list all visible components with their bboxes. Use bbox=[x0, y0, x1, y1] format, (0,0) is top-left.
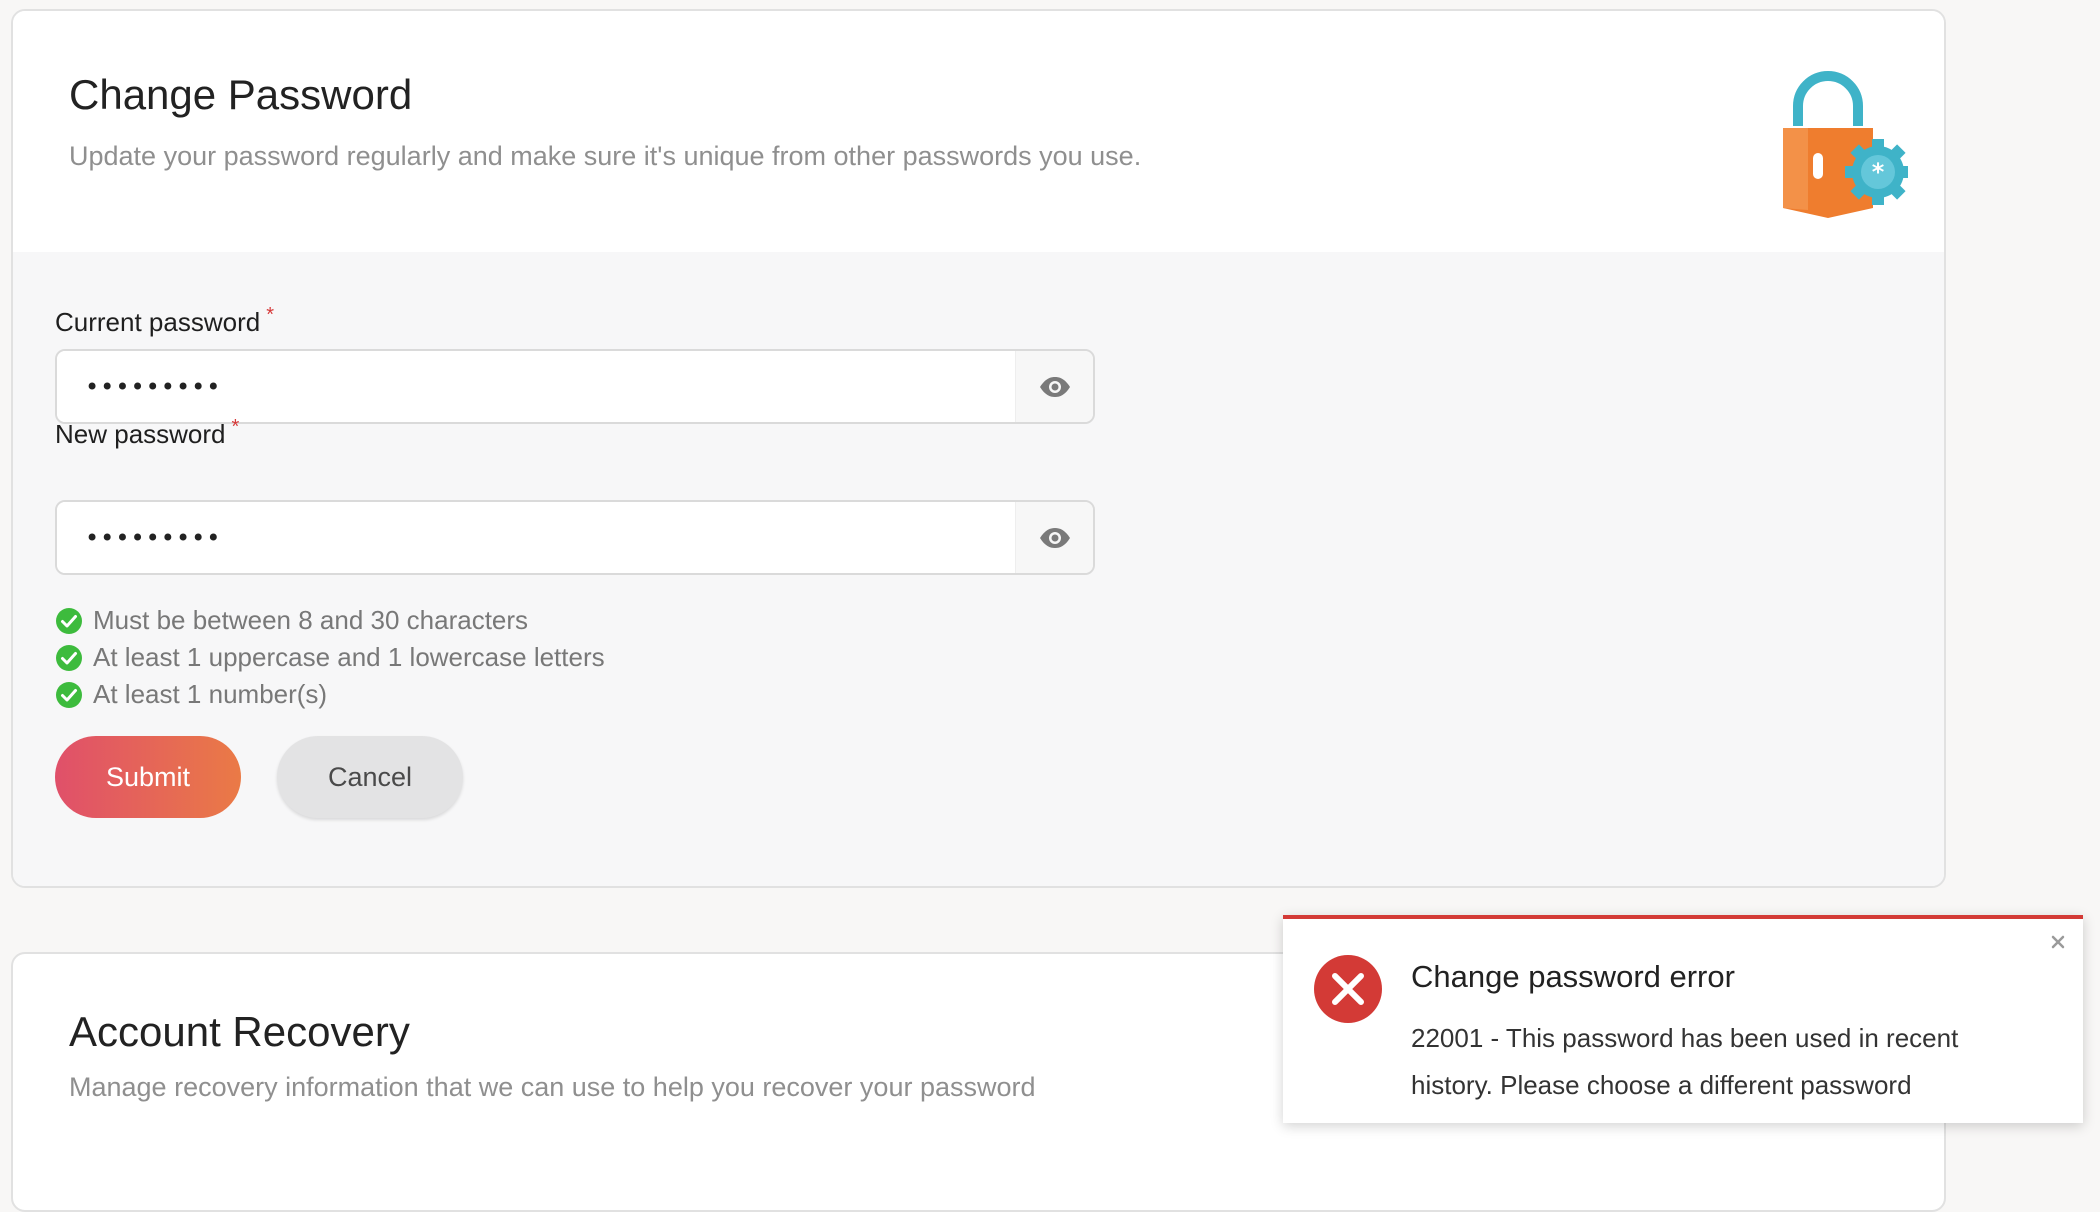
error-toast: Change password error 22001 - This passw… bbox=[1283, 915, 2083, 1123]
toast-title: Change password error bbox=[1411, 959, 1735, 994]
required-marker: * bbox=[266, 304, 274, 326]
new-password-field bbox=[55, 500, 1095, 575]
check-circle-icon bbox=[56, 607, 82, 634]
change-password-title: Change Password bbox=[69, 71, 413, 118]
toggle-new-password-visibility-button[interactable] bbox=[1015, 502, 1093, 573]
error-x-icon bbox=[1314, 955, 1382, 1023]
toggle-current-password-visibility-button[interactable] bbox=[1015, 351, 1093, 422]
current-password-label: Current password * bbox=[55, 304, 274, 337]
toast-close-button[interactable] bbox=[2047, 931, 2069, 953]
requirement-case: At least 1 uppercase and 1 lowercase let… bbox=[55, 639, 605, 676]
svg-text:*: * bbox=[1872, 158, 1885, 186]
requirement-length: Must be between 8 and 30 characters bbox=[55, 602, 605, 639]
change-password-form: Current password* New password* bbox=[13, 252, 1944, 886]
eye-icon bbox=[1039, 527, 1070, 548]
check-circle-icon bbox=[56, 644, 82, 671]
lock-gear-icon: * bbox=[1783, 71, 1908, 218]
account-recovery-description: Manage recovery information that we can … bbox=[69, 1072, 1036, 1102]
requirement-number: At least 1 number(s) bbox=[55, 676, 605, 713]
submit-button[interactable]: Submit bbox=[55, 736, 241, 818]
new-password-input[interactable] bbox=[57, 502, 1017, 573]
close-icon bbox=[2051, 935, 2065, 949]
current-password-input[interactable] bbox=[57, 351, 1017, 422]
account-recovery-title: Account Recovery bbox=[69, 1008, 410, 1055]
change-password-header: Change Password Update your password reg… bbox=[13, 11, 1944, 252]
current-password-field bbox=[55, 349, 1095, 424]
required-marker: * bbox=[231, 416, 240, 438]
requirement-text: At least 1 number(s) bbox=[93, 679, 328, 709]
password-requirements-list: Must be between 8 and 30 characters At l… bbox=[55, 602, 605, 713]
check-circle-icon bbox=[56, 681, 82, 708]
eye-icon bbox=[1039, 376, 1070, 397]
toast-message: 22001 - This password has been used in r… bbox=[1411, 1023, 1959, 1100]
requirement-text: Must be between 8 and 30 characters bbox=[93, 605, 529, 635]
change-password-card: Change Password Update your password reg… bbox=[11, 9, 1946, 888]
cancel-button[interactable]: Cancel bbox=[277, 736, 463, 818]
new-password-label: New password * bbox=[55, 416, 240, 449]
requirement-text: At least 1 uppercase and 1 lowercase let… bbox=[93, 642, 605, 672]
change-password-description: Update your password regularly and make … bbox=[69, 141, 1142, 171]
